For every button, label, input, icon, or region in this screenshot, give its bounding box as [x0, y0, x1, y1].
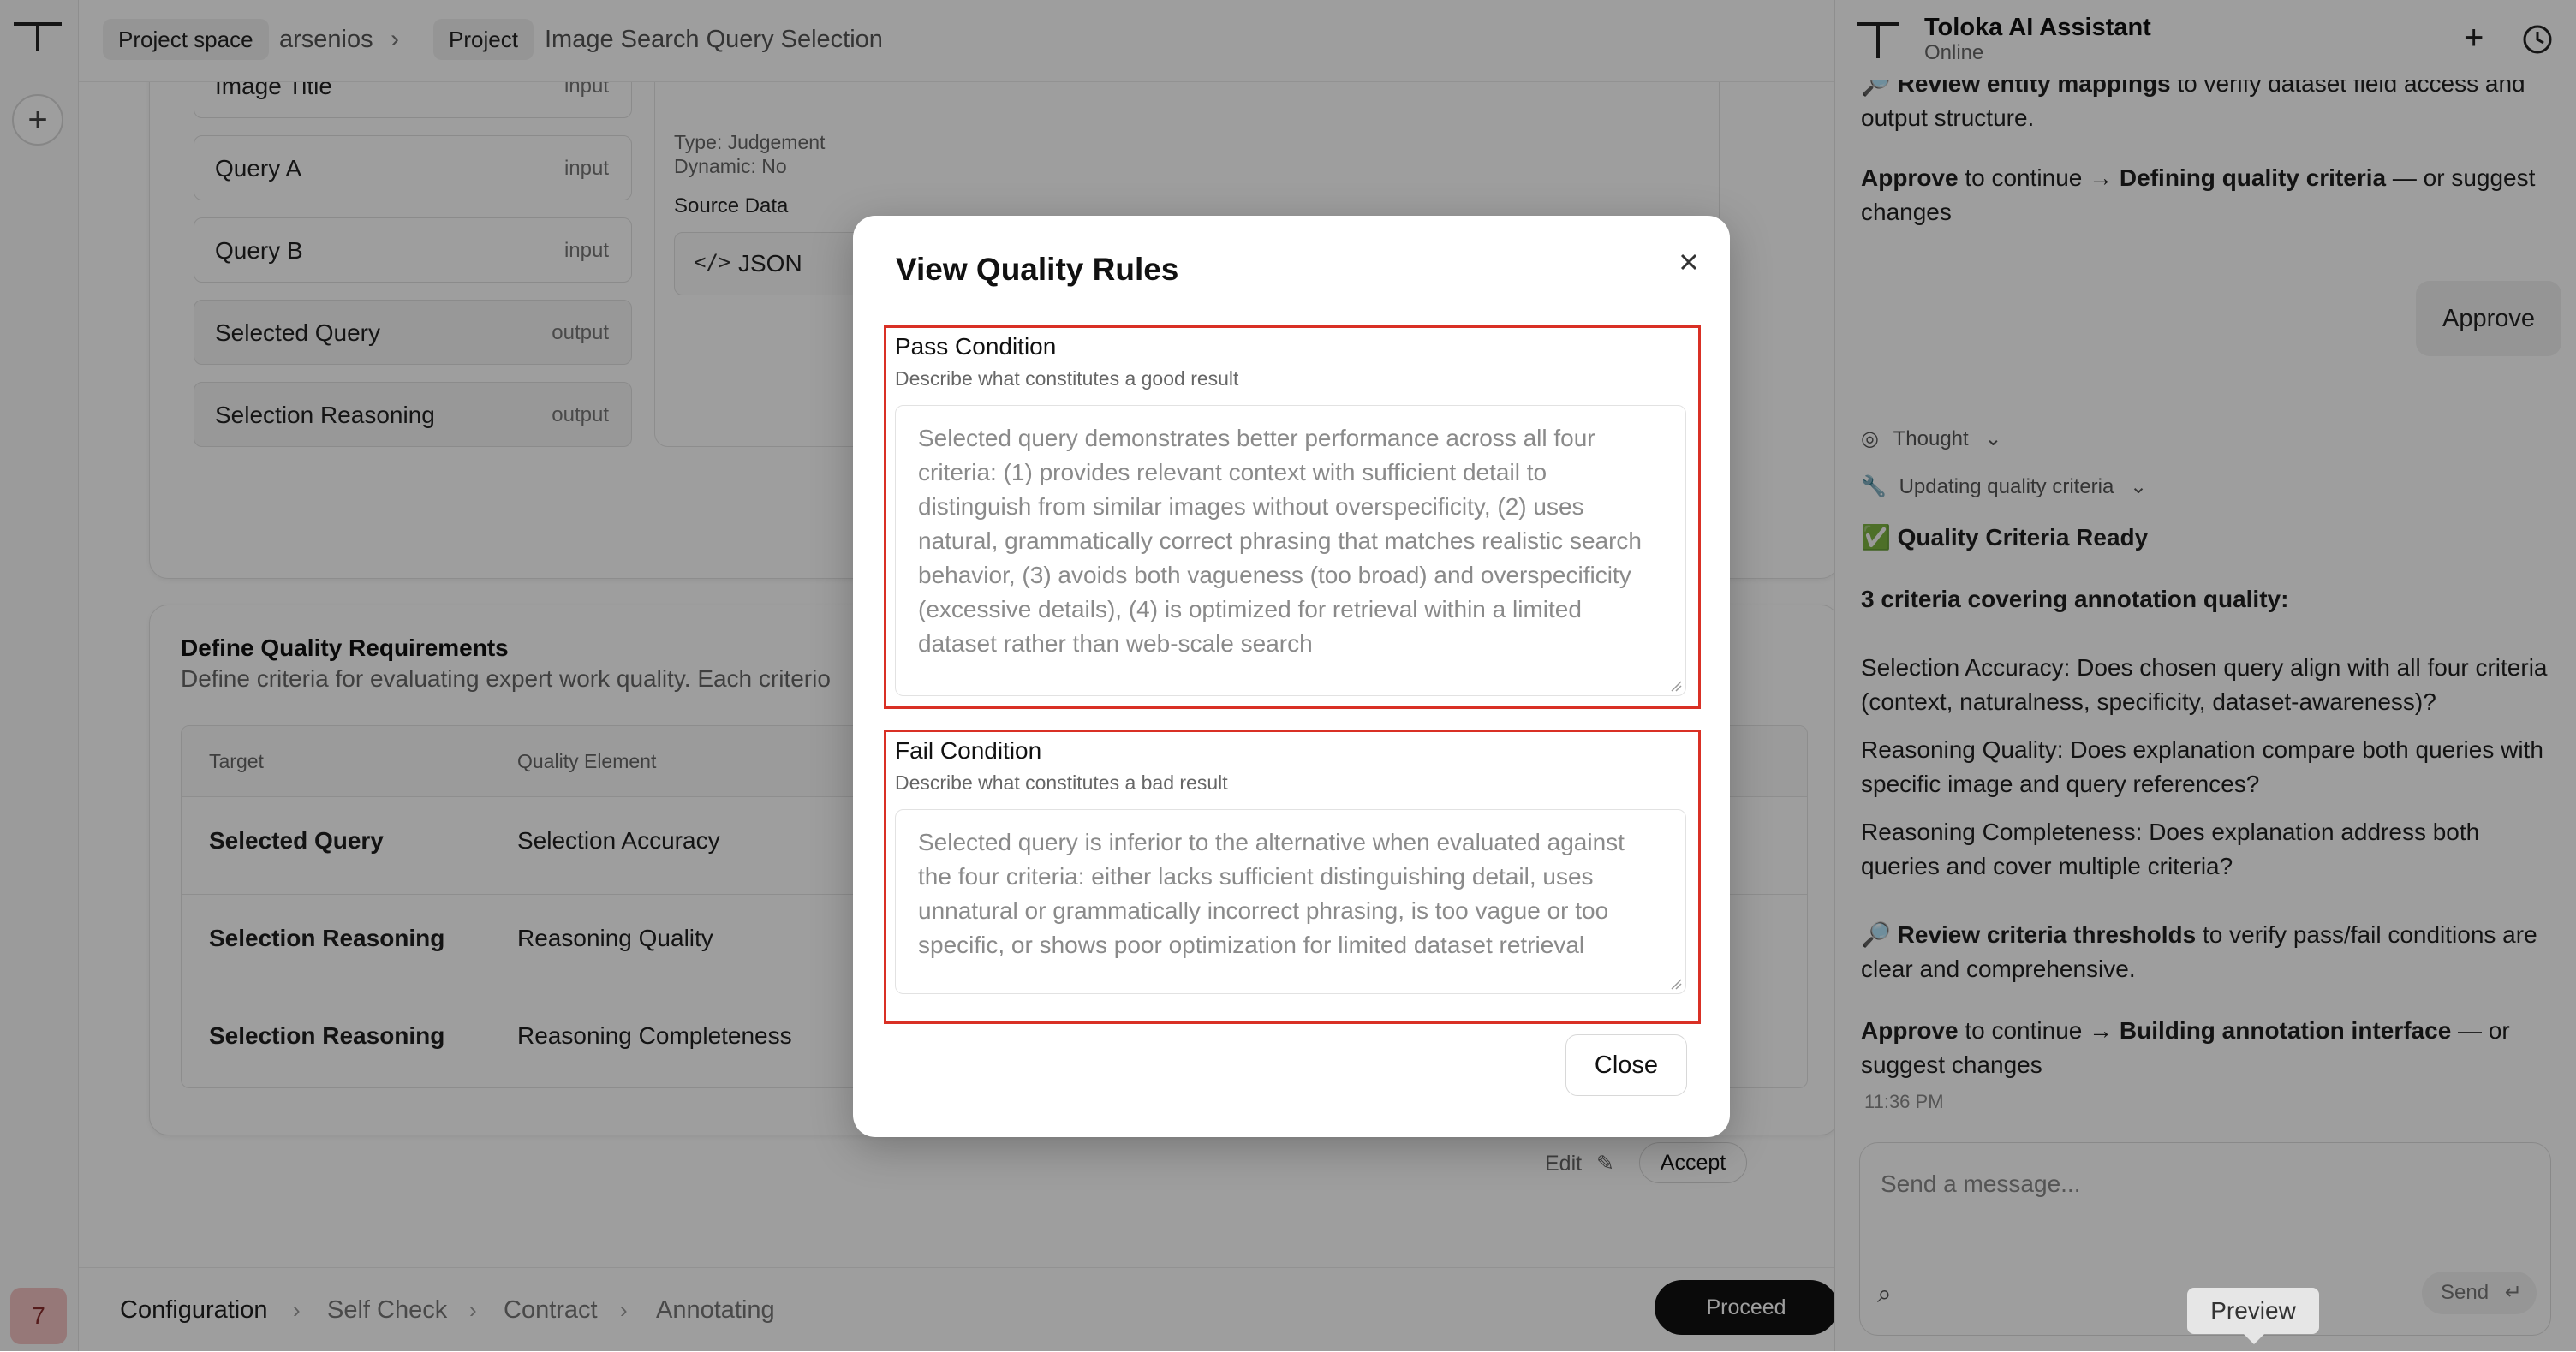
fail-condition-text: Selected query is inferior to the altern…: [918, 829, 1625, 958]
tooltip-arrow: [2244, 1334, 2264, 1344]
close-icon[interactable]: [1670, 243, 1708, 281]
resize-grip-icon[interactable]: [1670, 978, 1682, 990]
preview-tooltip: Preview: [2187, 1288, 2319, 1334]
fail-condition-help: Describe what constitutes a bad result: [895, 771, 1228, 794]
dialog-title: View Quality Rules: [896, 252, 1179, 287]
pass-condition-section: Pass Condition Describe what constitutes…: [884, 325, 1701, 709]
fail-condition-label: Fail Condition: [895, 737, 1042, 764]
view-quality-rules-dialog: View Quality Rules Pass Condition Descri…: [853, 216, 1730, 1137]
fail-condition-textarea[interactable]: Selected query is inferior to the altern…: [895, 809, 1686, 994]
pass-condition-textarea[interactable]: Selected query demonstrates better perfo…: [895, 405, 1686, 696]
pass-condition-label: Pass Condition: [895, 333, 1057, 360]
fail-condition-section: Fail Condition Describe what constitutes…: [884, 730, 1701, 1024]
close-button[interactable]: Close: [1565, 1034, 1687, 1096]
pass-condition-help: Describe what constitutes a good result: [895, 367, 1239, 390]
resize-grip-icon[interactable]: [1670, 680, 1682, 692]
pass-condition-text: Selected query demonstrates better perfo…: [918, 425, 1643, 657]
